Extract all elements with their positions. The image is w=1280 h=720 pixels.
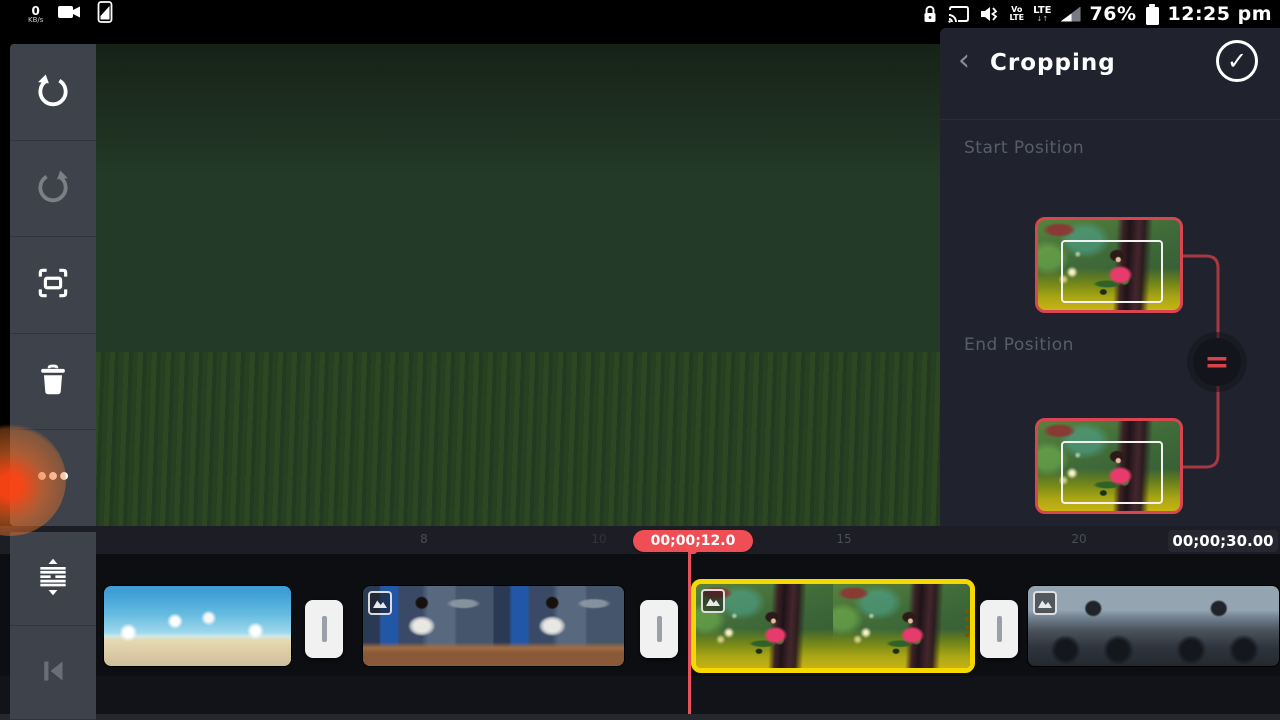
more-dots-icon [34,457,72,499]
editor-toolbar [10,44,96,526]
expand-tracks-button[interactable] [10,532,96,626]
video-editor-app: 0 KB/s Vo LTE LTE ↓↑ 76% 12:25 pm ‹ Crop… [0,0,1280,720]
transition-bar-icon [321,616,327,642]
ruler-tick: 8 [420,532,428,546]
redo-button[interactable] [10,141,96,238]
preview-canvas[interactable] [96,44,940,526]
image-icon [706,598,720,606]
preview-tree-shadow [96,44,940,179]
transition-bar-icon [996,616,1002,642]
transition-button-2[interactable] [640,600,678,658]
undo-button[interactable] [10,44,96,141]
delete-button[interactable] [10,334,96,431]
clip-thumbnails [363,586,624,666]
skip-to-start-icon [34,652,72,694]
end-crop-rect[interactable] [1060,440,1163,504]
total-duration-badge: 00;00;30.00 [1168,530,1278,552]
trim-handle-marks [965,609,969,643]
image-icon [373,600,387,608]
cropping-panel: ‹ Cropping ✓ Start Position End Position… [940,28,1280,526]
clip-cafe-man[interactable] [362,585,625,667]
photo-media-badge [701,589,725,613]
expand-tracks-icon [34,558,72,600]
volte-indicator: Vo LTE [1009,5,1025,22]
end-position-label: End Position [964,335,1074,355]
redo-icon [34,167,72,209]
transition-button-3[interactable] [980,600,1018,658]
match-start-end-button[interactable]: = [1193,338,1241,386]
photo-media-badge [368,591,392,615]
equals-icon: = [1204,344,1230,380]
timeline: 8 10 15 20 00;00;12.0 00;00;30.00 [0,526,1280,720]
signal-strength-icon [1060,6,1081,22]
ruler-tick: 20 [1071,532,1087,546]
photo-media-badge [1033,591,1057,615]
image-icon [1038,600,1052,608]
start-crop-rect[interactable] [1060,239,1163,303]
panel-title: Cropping [990,50,1116,76]
clock: 12:25 pm [1167,3,1272,25]
network-speed: 0 KB/s [28,5,43,24]
preview-grass-texture [96,352,940,526]
clip-thumbnails [1028,586,1279,666]
undo-icon [34,71,72,113]
screen-record-icon [57,2,83,26]
cast-icon [947,4,971,24]
battery-icon [1145,3,1159,25]
check-icon: ✓ [1226,47,1248,75]
clip-beach-jump[interactable] [103,585,292,667]
status-bar: 0 KB/s Vo LTE LTE ↓↑ 76% 12:25 pm [0,0,1280,28]
ruler-tick: 15 [836,532,852,546]
bottom-edge-strip [0,714,1280,720]
timeline-toolbar [10,532,96,720]
back-chevron-icon[interactable]: ‹ [958,46,970,76]
playhead-line [688,552,691,714]
end-position-thumbnail[interactable] [1035,418,1183,514]
playhead-timecode-badge: 00;00;12.0 [633,530,753,556]
start-position-thumbnail[interactable] [1035,217,1183,313]
start-position-label: Start Position [964,138,1085,158]
capture-frame-icon [34,264,72,306]
battery-percent: 76% [1089,3,1137,25]
confirm-button[interactable]: ✓ [1216,40,1258,82]
clip-park-girl-selected[interactable] [691,579,975,673]
more-options-button[interactable] [10,430,96,526]
ruler-tick: 10 [591,532,607,546]
clip-track [0,554,1280,676]
network-speed-unit: KB/s [28,16,44,24]
skip-to-start-button[interactable] [10,626,96,720]
screenshot-icon [97,1,113,27]
capture-button[interactable] [10,237,96,334]
lte-indicator: LTE ↓↑ [1033,4,1052,23]
transition-bar-icon [656,616,662,642]
timeline-ruler[interactable]: 8 10 15 20 00;00;12.0 00;00;30.00 [0,526,1280,556]
clip-thumbnails [696,584,970,668]
clip-motorbike-bw[interactable] [1027,585,1280,667]
transition-button-1[interactable] [305,600,343,658]
trash-icon [34,361,72,403]
mute-vibrate-icon [980,4,1000,24]
lock-icon [922,4,938,24]
